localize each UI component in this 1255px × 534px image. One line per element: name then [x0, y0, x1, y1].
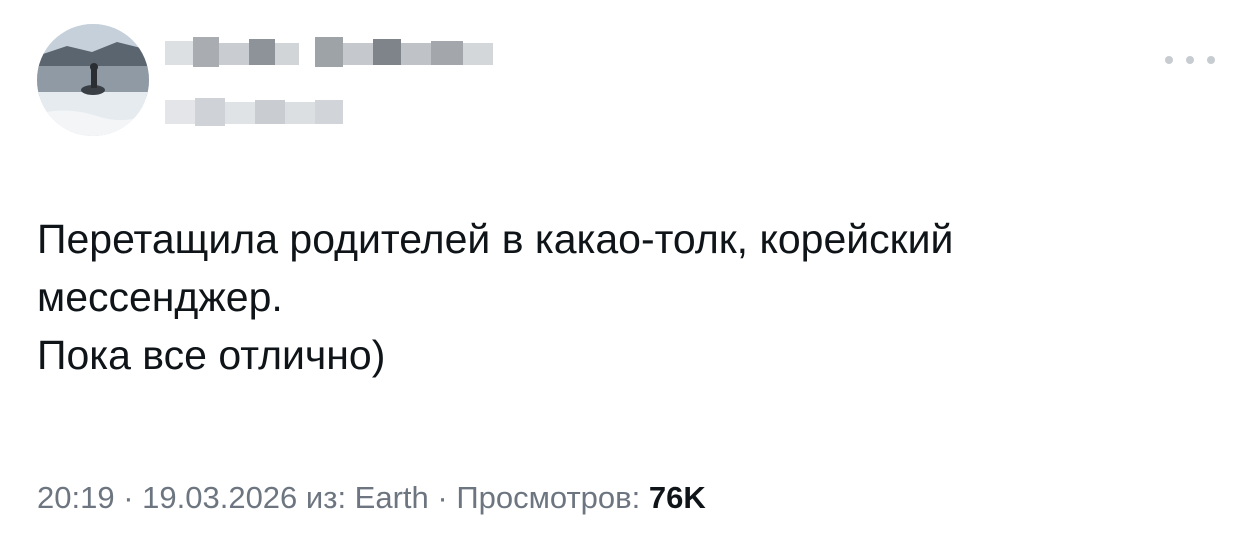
meta-separator: · [114, 480, 143, 515]
tweet-text-line: Перетащила родителей в какао-толк, корей… [37, 216, 954, 262]
tweet-text: Перетащила родителей в какао-толк, корей… [37, 210, 1187, 384]
tweet-time[interactable]: 20:19 [37, 480, 115, 515]
more-dot [1186, 56, 1194, 64]
tweet-text-line: мессенджер. [37, 274, 283, 320]
views-label: Просмотров: [456, 480, 649, 515]
avatar-image [37, 24, 149, 136]
avatar[interactable] [37, 24, 149, 136]
display-name-blurred[interactable] [165, 37, 495, 69]
source-prefix: из: [297, 480, 355, 515]
tweet-text-line: Пока все отлично) [37, 332, 386, 378]
more-options-icon[interactable] [1165, 53, 1215, 67]
more-dot [1207, 56, 1215, 64]
tweet-source: Earth [354, 480, 429, 515]
more-dot [1165, 56, 1173, 64]
views-count[interactable]: 76K [649, 480, 706, 515]
tweet-meta: 20:19 · 19.03.2026 из: Earth · Просмотро… [37, 478, 706, 518]
tweet-date[interactable]: 19.03.2026 [142, 480, 297, 515]
meta-separator: · [428, 480, 457, 515]
username-blurred[interactable] [165, 98, 345, 126]
